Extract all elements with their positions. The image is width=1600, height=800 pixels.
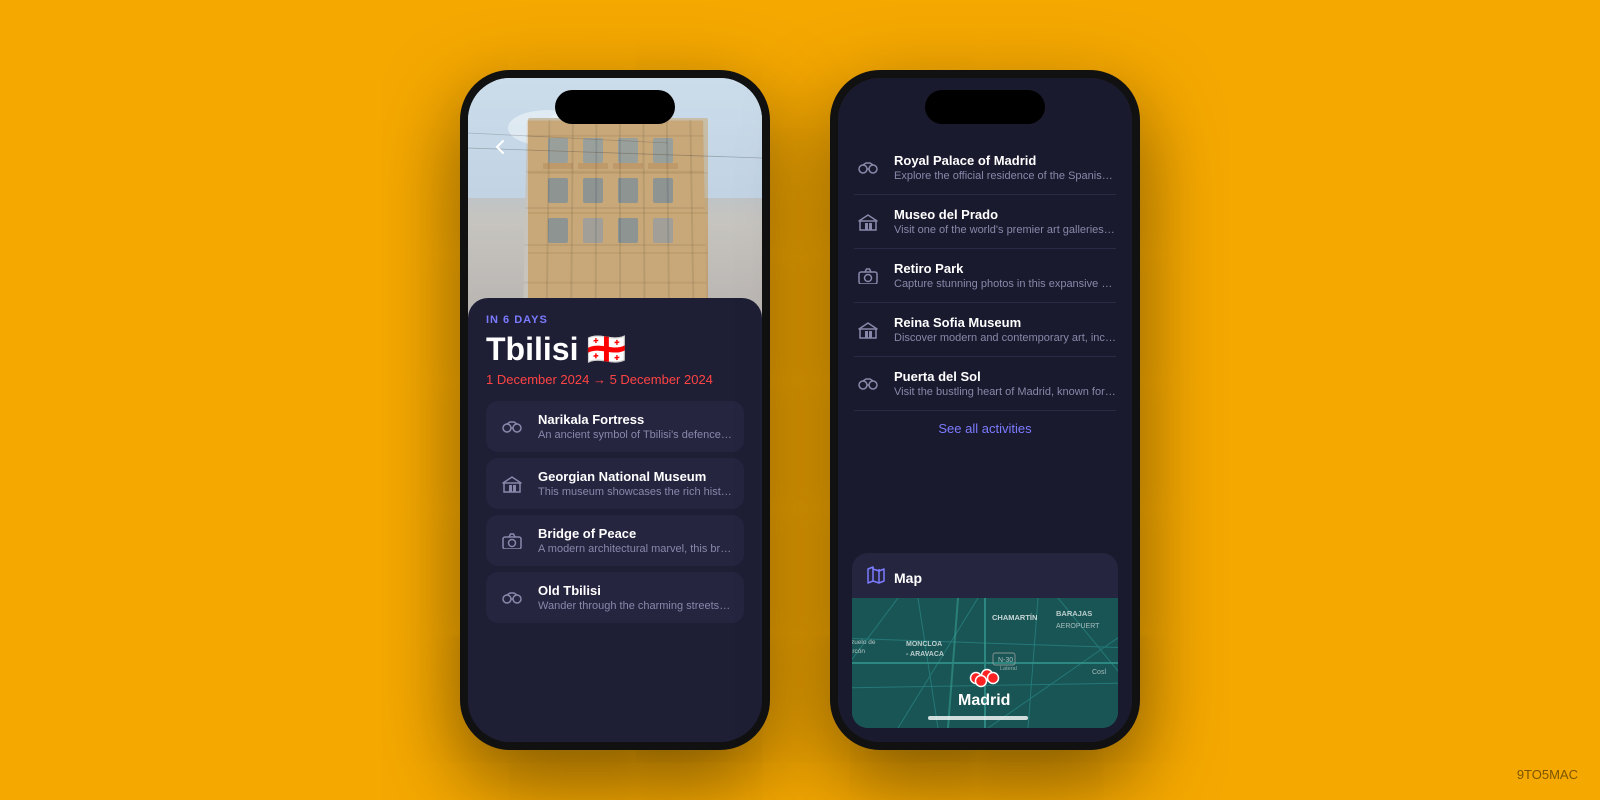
binoculars-icon-m1 [854, 154, 882, 182]
activity-puerta-sol[interactable]: Puerta del Sol Visit the bustling heart … [854, 357, 1116, 411]
royal-palace-name: Royal Palace of Madrid [894, 153, 1116, 168]
narikala-info: Narikala Fortress An ancient symbol of T… [538, 412, 732, 441]
phones-container: IN 6 DAYS Tbilisi 🇬🇪 1 December 2024 → 5… [460, 50, 1140, 750]
old-tbilisi-name: Old Tbilisi [538, 583, 732, 598]
museum-icon-m2 [854, 316, 882, 344]
museum-icon-m1 [854, 208, 882, 236]
map-visual: CHAMARTÍN BARAJAS AEROPUERT MONCLOA - AR… [852, 598, 1118, 728]
activity-royal-palace[interactable]: Royal Palace of Madrid Explore the offic… [854, 141, 1116, 195]
svg-text:AEROPUERT: AEROPUERT [1056, 623, 1100, 630]
map-icon [866, 565, 886, 590]
gnm-name: Georgian National Museum [538, 469, 732, 484]
activity-prado[interactable]: Museo del Prado Visit one of the world's… [854, 195, 1116, 249]
narikala-desc: An ancient symbol of Tbilisi's defence, … [538, 429, 732, 441]
svg-text:Alarcón: Alarcón [852, 648, 865, 655]
retiro-info: Retiro Park Capture stunning photos in t… [894, 261, 1116, 290]
phone-madrid: Royal Palace of Madrid Explore the offic… [830, 70, 1140, 750]
bridge-name: Bridge of Peace [538, 526, 732, 541]
back-button[interactable] [486, 133, 514, 161]
map-label: Map [894, 570, 922, 586]
royal-palace-desc: Explore the official residence of the Sp… [894, 170, 1116, 182]
narikala-name: Narikala Fortress [538, 412, 732, 427]
prado-name: Museo del Prado [894, 207, 1116, 222]
date-range: 1 December 2024 → 5 December 2024 [486, 372, 744, 387]
svg-text:Pozuelo de: Pozuelo de [852, 639, 876, 646]
activity-narikala[interactable]: Narikala Fortress An ancient symbol of T… [486, 401, 744, 452]
binoculars-icon [498, 413, 526, 441]
madrid-activities-section: Royal Palace of Madrid Explore the offic… [838, 133, 1132, 553]
binoculars-icon-2 [498, 584, 526, 612]
royal-palace-info: Royal Palace of Madrid Explore the offic… [894, 153, 1116, 182]
puerta-sol-desc: Visit the bustling heart of Madrid, know… [894, 386, 1116, 398]
activity-bridge[interactable]: Bridge of Peace A modern architectural m… [486, 515, 744, 566]
retiro-name: Retiro Park [894, 261, 1116, 276]
prado-desc: Visit one of the world's premier art gal… [894, 224, 1116, 236]
svg-text:Madrid: Madrid [958, 692, 1010, 709]
tbilisi-activities-list: Narikala Fortress An ancient symbol of T… [486, 401, 744, 629]
watermark: 9TO5MAC [1517, 767, 1578, 782]
activity-reina-sofia[interactable]: Reina Sofia Museum Discover modern and c… [854, 303, 1116, 357]
see-all-activities[interactable]: See all activities [854, 411, 1116, 450]
retiro-desc: Capture stunning photos in this expansiv… [894, 278, 1116, 290]
svg-text:CHAMARTÍN: CHAMARTÍN [992, 613, 1037, 622]
reina-sofia-info: Reina Sofia Museum Discover modern and c… [894, 315, 1116, 344]
phone-tbilisi: IN 6 DAYS Tbilisi 🇬🇪 1 December 2024 → 5… [460, 70, 770, 750]
prado-info: Museo del Prado Visit one of the world's… [894, 207, 1116, 236]
reina-sofia-name: Reina Sofia Museum [894, 315, 1116, 330]
activity-gnm[interactable]: Georgian National Museum This museum sho… [486, 458, 744, 509]
phone2-screen: Royal Palace of Madrid Explore the offic… [838, 78, 1132, 742]
activity-old-tbilisi[interactable]: Old Tbilisi Wander through the charming … [486, 572, 744, 623]
bridge-info: Bridge of Peace A modern architectural m… [538, 526, 732, 555]
old-tbilisi-info: Old Tbilisi Wander through the charming … [538, 583, 732, 612]
svg-text:N-30: N-30 [998, 657, 1013, 664]
puerta-sol-info: Puerta del Sol Visit the bustling heart … [894, 369, 1116, 398]
old-tbilisi-desc: Wander through the charming streets of O… [538, 600, 732, 612]
activity-retiro[interactable]: Retiro Park Capture stunning photos in t… [854, 249, 1116, 303]
gnm-desc: This museum showcases the rich history a… [538, 486, 732, 498]
svg-text:Cosl: Cosl [1092, 669, 1106, 676]
reina-sofia-desc: Discover modern and contemporary art, in… [894, 332, 1116, 344]
dynamic-island-2 [925, 90, 1045, 124]
camera-icon-m1 [854, 262, 882, 290]
svg-text:BARAJAS: BARAJAS [1056, 609, 1092, 618]
map-header: Map [852, 553, 1118, 598]
bridge-desc: A modern architectural marvel, this brid… [538, 543, 732, 555]
museum-icon-1 [498, 470, 526, 498]
phone1-screen: IN 6 DAYS Tbilisi 🇬🇪 1 December 2024 → 5… [468, 78, 762, 742]
puerta-sol-name: Puerta del Sol [894, 369, 1116, 384]
svg-text:Lateral: Lateral [1000, 666, 1017, 672]
binoculars-icon-m2 [854, 370, 882, 398]
in-days-label: IN 6 DAYS [486, 314, 744, 326]
svg-text:- ARAVACA: - ARAVACA [906, 651, 944, 658]
dynamic-island-1 [555, 90, 675, 124]
svg-text:MONCLOA: MONCLOA [906, 641, 942, 648]
city-title: Tbilisi 🇬🇪 [486, 330, 744, 368]
tbilisi-content: IN 6 DAYS Tbilisi 🇬🇪 1 December 2024 → 5… [468, 298, 762, 742]
map-section[interactable]: Map [852, 553, 1118, 728]
camera-icon [498, 527, 526, 555]
gnm-info: Georgian National Museum This museum sho… [538, 469, 732, 498]
